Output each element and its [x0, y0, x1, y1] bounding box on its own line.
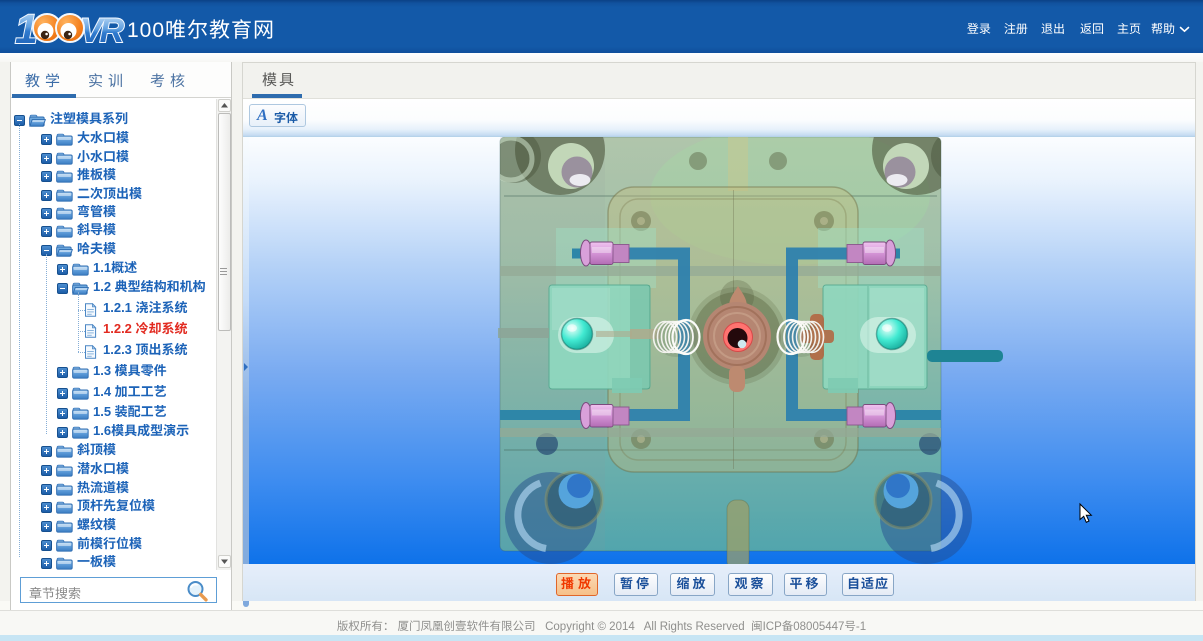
svg-text:VR: VR — [80, 12, 125, 50]
